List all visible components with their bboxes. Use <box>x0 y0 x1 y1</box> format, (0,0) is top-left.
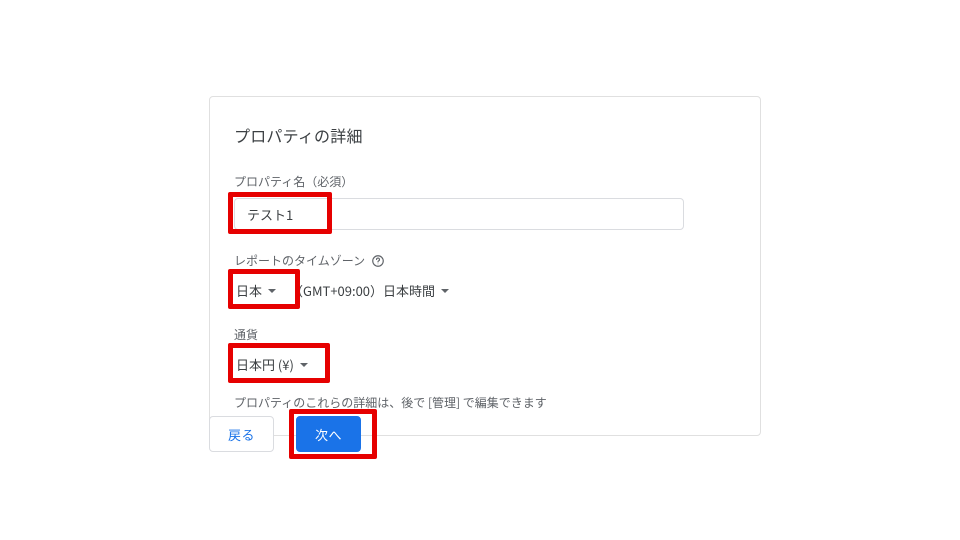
timezone-gmt-dropdown[interactable]: （GMT+09:00）日本時間 <box>288 277 451 304</box>
caret-down-icon <box>300 363 308 367</box>
next-button[interactable]: 次へ <box>296 416 361 452</box>
button-row: 戻る 次へ <box>209 416 361 452</box>
card-title: プロパティの詳細 <box>234 123 736 147</box>
timezone-section: レポートのタイムゾーン 日本 （GMT+09:00）日本時間 <box>234 252 736 304</box>
currency-value: 日本円 (¥) <box>236 355 294 374</box>
property-details-card: プロパティの詳細 プロパティ名（必須） テスト1 レポートのタイムゾーン 日本 <box>209 96 761 436</box>
currency-dropdown[interactable]: 日本円 (¥) <box>234 351 310 378</box>
currency-label: 通貨 <box>234 326 736 343</box>
timezone-country-value: 日本 <box>236 281 262 300</box>
caret-down-icon <box>441 289 449 293</box>
back-button[interactable]: 戻る <box>209 416 274 452</box>
timezone-gmt-text: （GMT+09:00）日本時間 <box>290 281 435 300</box>
caret-down-icon <box>268 289 276 293</box>
timezone-country-dropdown[interactable]: 日本 <box>234 277 278 304</box>
timezone-label-text: レポートのタイムゾーン <box>234 252 365 269</box>
timezone-label: レポートのタイムゾーン <box>234 252 736 269</box>
property-name-input[interactable]: テスト1 <box>234 198 684 230</box>
property-name-label: プロパティ名（必須） <box>234 173 736 190</box>
currency-section: 通貨 日本円 (¥) <box>234 326 736 378</box>
help-icon[interactable] <box>371 254 385 268</box>
property-name-section: プロパティ名（必須） テスト1 <box>234 173 736 230</box>
info-text: プロパティのこれらの詳細は、後で [管理] で編集できます <box>234 394 736 411</box>
